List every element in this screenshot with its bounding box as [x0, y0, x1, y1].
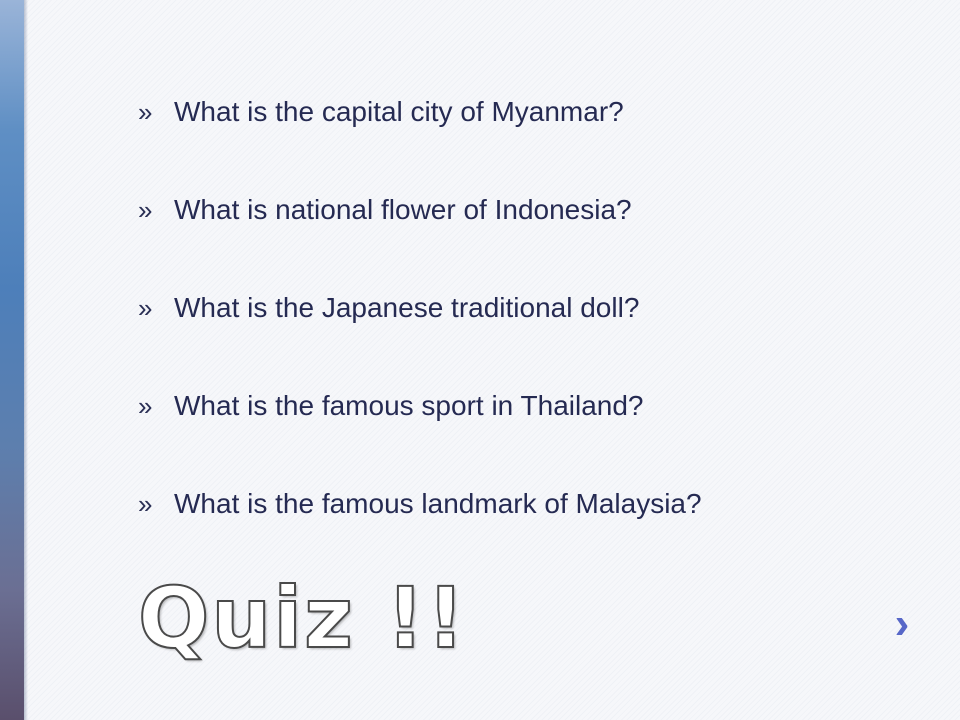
- bullet-icon: »: [138, 293, 153, 323]
- list-item: » What is national flower of Indonesia?: [138, 186, 702, 234]
- question-text: What is the capital city of Myanmar?: [174, 96, 624, 127]
- question-text: What is the famous landmark of Malaysia?: [174, 488, 702, 519]
- left-accent-bar: [0, 0, 24, 720]
- list-item: » What is the capital city of Myanmar?: [138, 88, 702, 136]
- list-item: » What is the Japanese traditional doll?: [138, 284, 702, 332]
- chevron-right-icon[interactable]: ›: [884, 600, 920, 648]
- question-list: » What is the capital city of Myanmar? »…: [138, 88, 702, 578]
- question-text: What is the Japanese traditional doll?: [174, 292, 640, 323]
- question-text: What is national flower of Indonesia?: [174, 194, 632, 225]
- question-text: What is the famous sport in Thailand?: [174, 390, 644, 421]
- slide: » What is the capital city of Myanmar? »…: [0, 0, 960, 720]
- left-accent-bar-shadow: [24, 0, 28, 720]
- slide-title: Quiz !!: [137, 568, 467, 668]
- bullet-icon: »: [138, 489, 153, 519]
- list-item: » What is the famous landmark of Malaysi…: [138, 480, 702, 528]
- bullet-icon: »: [138, 97, 153, 127]
- bullet-icon: »: [138, 391, 153, 421]
- list-item: » What is the famous sport in Thailand?: [138, 382, 702, 430]
- bullet-icon: »: [138, 195, 153, 225]
